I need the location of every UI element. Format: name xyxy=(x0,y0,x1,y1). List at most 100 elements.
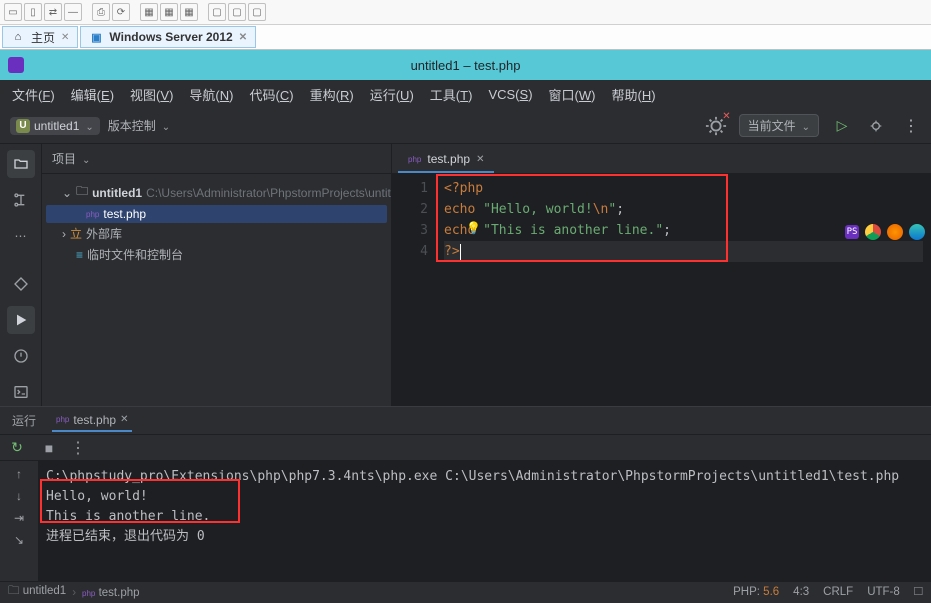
project-tree: ⌄ 🗀 untitled1 C:\Users\Administrator\Php… xyxy=(42,174,391,271)
menu-refactor[interactable]: 重构(R) xyxy=(304,83,360,106)
up-stacktrace-icon[interactable]: ↑ xyxy=(16,467,22,481)
os-toolbar-icon[interactable]: ▦ xyxy=(160,3,178,21)
problems-tool-icon[interactable] xyxy=(7,342,35,370)
run-tool-window: 运行 php test.php ✕ ↻ ■ ⋮ ↑ ↓ ⇥ ↘ C:\phpst… xyxy=(0,406,931,581)
debug-bug-icon[interactable]: ✕ xyxy=(705,115,727,137)
run-configuration-selector[interactable]: 当前文件 xyxy=(739,114,819,137)
console-line: Hello, world! xyxy=(46,487,923,507)
console-output[interactable]: C:\phpstudy_pro\Extensions\php\php7.3.4n… xyxy=(38,461,931,581)
menu-code[interactable]: 代码(C) xyxy=(244,83,300,106)
chevron-down-icon xyxy=(160,119,170,133)
more-menu-button[interactable]: ⋮ xyxy=(70,438,84,458)
chrome-icon[interactable] xyxy=(865,224,881,240)
os-toolbar-icon[interactable]: ⇄ xyxy=(44,3,62,21)
session-tab-windows[interactable]: ▣ Windows Server 2012 ✕ xyxy=(80,26,256,48)
os-toolbar-icon[interactable]: ⟳ xyxy=(112,3,130,21)
os-toolbar-icon[interactable]: ▭ xyxy=(4,3,22,21)
code-editor[interactable]: 1 2 3 4 💡 PS <?phpecho "Hello, world!\n"… xyxy=(392,174,931,406)
tab-label: 主页 xyxy=(31,29,55,46)
os-toolbar-icon[interactable]: — xyxy=(64,3,82,21)
status-php-version[interactable]: PHP: 5.6 xyxy=(733,586,779,599)
tree-scratches[interactable]: ≡ 临时文件和控制台 xyxy=(46,244,387,265)
run-tool-title: 运行 xyxy=(8,410,40,431)
home-icon: ⌂ xyxy=(11,30,25,44)
os-toolbar-icon[interactable]: ▢ xyxy=(208,3,226,21)
debug-button[interactable] xyxy=(865,115,887,137)
chevron-right-icon: › xyxy=(62,227,66,241)
close-icon[interactable]: ✕ xyxy=(120,414,128,425)
edge-icon[interactable] xyxy=(909,224,925,240)
status-cursor-pos[interactable]: 4:3 xyxy=(793,586,809,599)
menu-view[interactable]: 视图(V) xyxy=(124,83,179,106)
version-control-button[interactable]: 版本控制 xyxy=(108,117,170,134)
menu-vcs[interactable]: VCS(S) xyxy=(482,85,538,104)
code-content[interactable]: 💡 PS <?phpecho "Hello, world!\n";echo "T… xyxy=(436,174,931,406)
chevron-down-icon: ⌄ xyxy=(62,186,72,200)
console-command: C:\phpstudy_pro\Extensions\php\php7.3.4n… xyxy=(46,467,923,487)
php-file-icon: php xyxy=(56,415,69,424)
project-chip[interactable]: U untitled1 xyxy=(10,117,100,135)
firefox-icon[interactable] xyxy=(887,224,903,240)
session-tab-home[interactable]: ⌂ 主页 ✕ xyxy=(2,26,78,48)
menu-edit[interactable]: 编辑(E) xyxy=(65,83,120,106)
intention-bulb-icon[interactable]: 💡 xyxy=(466,218,481,239)
breadcrumb-item[interactable]: php test.php xyxy=(82,587,139,599)
close-icon[interactable]: ✕ xyxy=(239,32,247,43)
menu-help[interactable]: 帮助(H) xyxy=(606,83,662,106)
db-tool-icon[interactable] xyxy=(7,270,35,298)
main-toolbar: U untitled1 版本控制 ✕ 当前文件 ▷ ⋮ xyxy=(0,108,931,144)
scratch-icon: ≡ xyxy=(76,248,83,262)
browser-preview-icons: PS xyxy=(845,224,925,240)
chevron-down-icon xyxy=(83,119,93,133)
os-toolbar-icon[interactable]: ▦ xyxy=(180,3,198,21)
more-tool-icon[interactable]: ⋯ xyxy=(7,222,35,250)
tree-external-libraries[interactable]: › ⽴ 外部库 xyxy=(46,223,387,244)
readonly-lock-icon[interactable]: 🞎 xyxy=(914,586,923,599)
status-encoding[interactable]: UTF-8 xyxy=(867,586,900,599)
run-button[interactable]: ▷ xyxy=(831,115,853,137)
console-exit: 进程已结束，退出代码为 0 xyxy=(46,527,923,547)
project-panel-header[interactable]: 项目 xyxy=(42,144,391,174)
os-toolbar-icon[interactable]: ⎙ xyxy=(92,3,110,21)
window-title: untitled1 – test.php xyxy=(32,58,899,73)
main-area: ⋯ 项目 ⌄ 🗀 untitled1 C:\Users\Administrato… xyxy=(0,144,931,406)
os-toolbar-icon[interactable]: ▯ xyxy=(24,3,42,21)
status-line-ending[interactable]: CRLF xyxy=(823,586,853,599)
menu-window[interactable]: 窗口(W) xyxy=(543,83,602,106)
chevron-down-icon xyxy=(800,119,810,133)
menu-navigate[interactable]: 导航(N) xyxy=(183,83,239,106)
editor-area: php test.php ✕ 1 2 3 4 💡 PS xyxy=(392,144,931,406)
close-icon[interactable]: ✕ xyxy=(476,154,484,165)
os-toolbar: ▭ ▯ ⇄ — ⎙ ⟳ ▦ ▦ ▦ ▢ ▢ ▢ xyxy=(0,0,931,25)
soft-wrap-icon[interactable]: ⇥ xyxy=(14,511,24,525)
php-file-icon: php xyxy=(408,155,421,164)
down-stacktrace-icon[interactable]: ↓ xyxy=(16,489,22,503)
project-initial: U xyxy=(16,119,30,133)
tree-project-root[interactable]: ⌄ 🗀 untitled1 C:\Users\Administrator\Php… xyxy=(46,180,387,205)
editor-tabs: php test.php ✕ xyxy=(392,144,931,174)
scroll-to-end-icon[interactable]: ↘ xyxy=(14,533,24,547)
more-menu-button[interactable]: ⋮ xyxy=(899,115,921,137)
menu-file[interactable]: 文件(F) xyxy=(6,83,61,106)
close-icon[interactable]: ✕ xyxy=(61,32,69,43)
tree-file-test-php[interactable]: php test.php xyxy=(46,205,387,223)
os-toolbar-icon[interactable]: ▢ xyxy=(248,3,266,21)
project-tool-icon[interactable] xyxy=(7,150,35,178)
breadcrumb-item[interactable]: 🗀 untitled1 xyxy=(8,583,66,602)
terminal-tool-icon[interactable] xyxy=(7,378,35,406)
phpstorm-preview-icon[interactable]: PS xyxy=(845,225,859,239)
structure-tool-icon[interactable] xyxy=(7,186,35,214)
os-toolbar-icon[interactable]: ▢ xyxy=(228,3,246,21)
left-tool-rail: ⋯ xyxy=(0,144,42,406)
menu-run[interactable]: 运行(U) xyxy=(364,83,420,106)
console-side-toolbar: ↑ ↓ ⇥ ↘ xyxy=(0,461,38,581)
menu-tools[interactable]: 工具(T) xyxy=(424,83,479,106)
chevron-down-icon xyxy=(80,152,90,166)
stop-button[interactable]: ■ xyxy=(38,437,60,459)
status-bar: 🗀 untitled1 › php test.php PHP: 5.6 4:3 … xyxy=(0,581,931,603)
editor-tab-test-php[interactable]: php test.php ✕ xyxy=(398,147,494,173)
run-config-tab[interactable]: php test.php ✕ xyxy=(52,410,132,432)
os-toolbar-icon[interactable]: ▦ xyxy=(140,3,158,21)
run-tool-icon[interactable] xyxy=(7,306,35,334)
rerun-button[interactable]: ↻ xyxy=(6,437,28,459)
